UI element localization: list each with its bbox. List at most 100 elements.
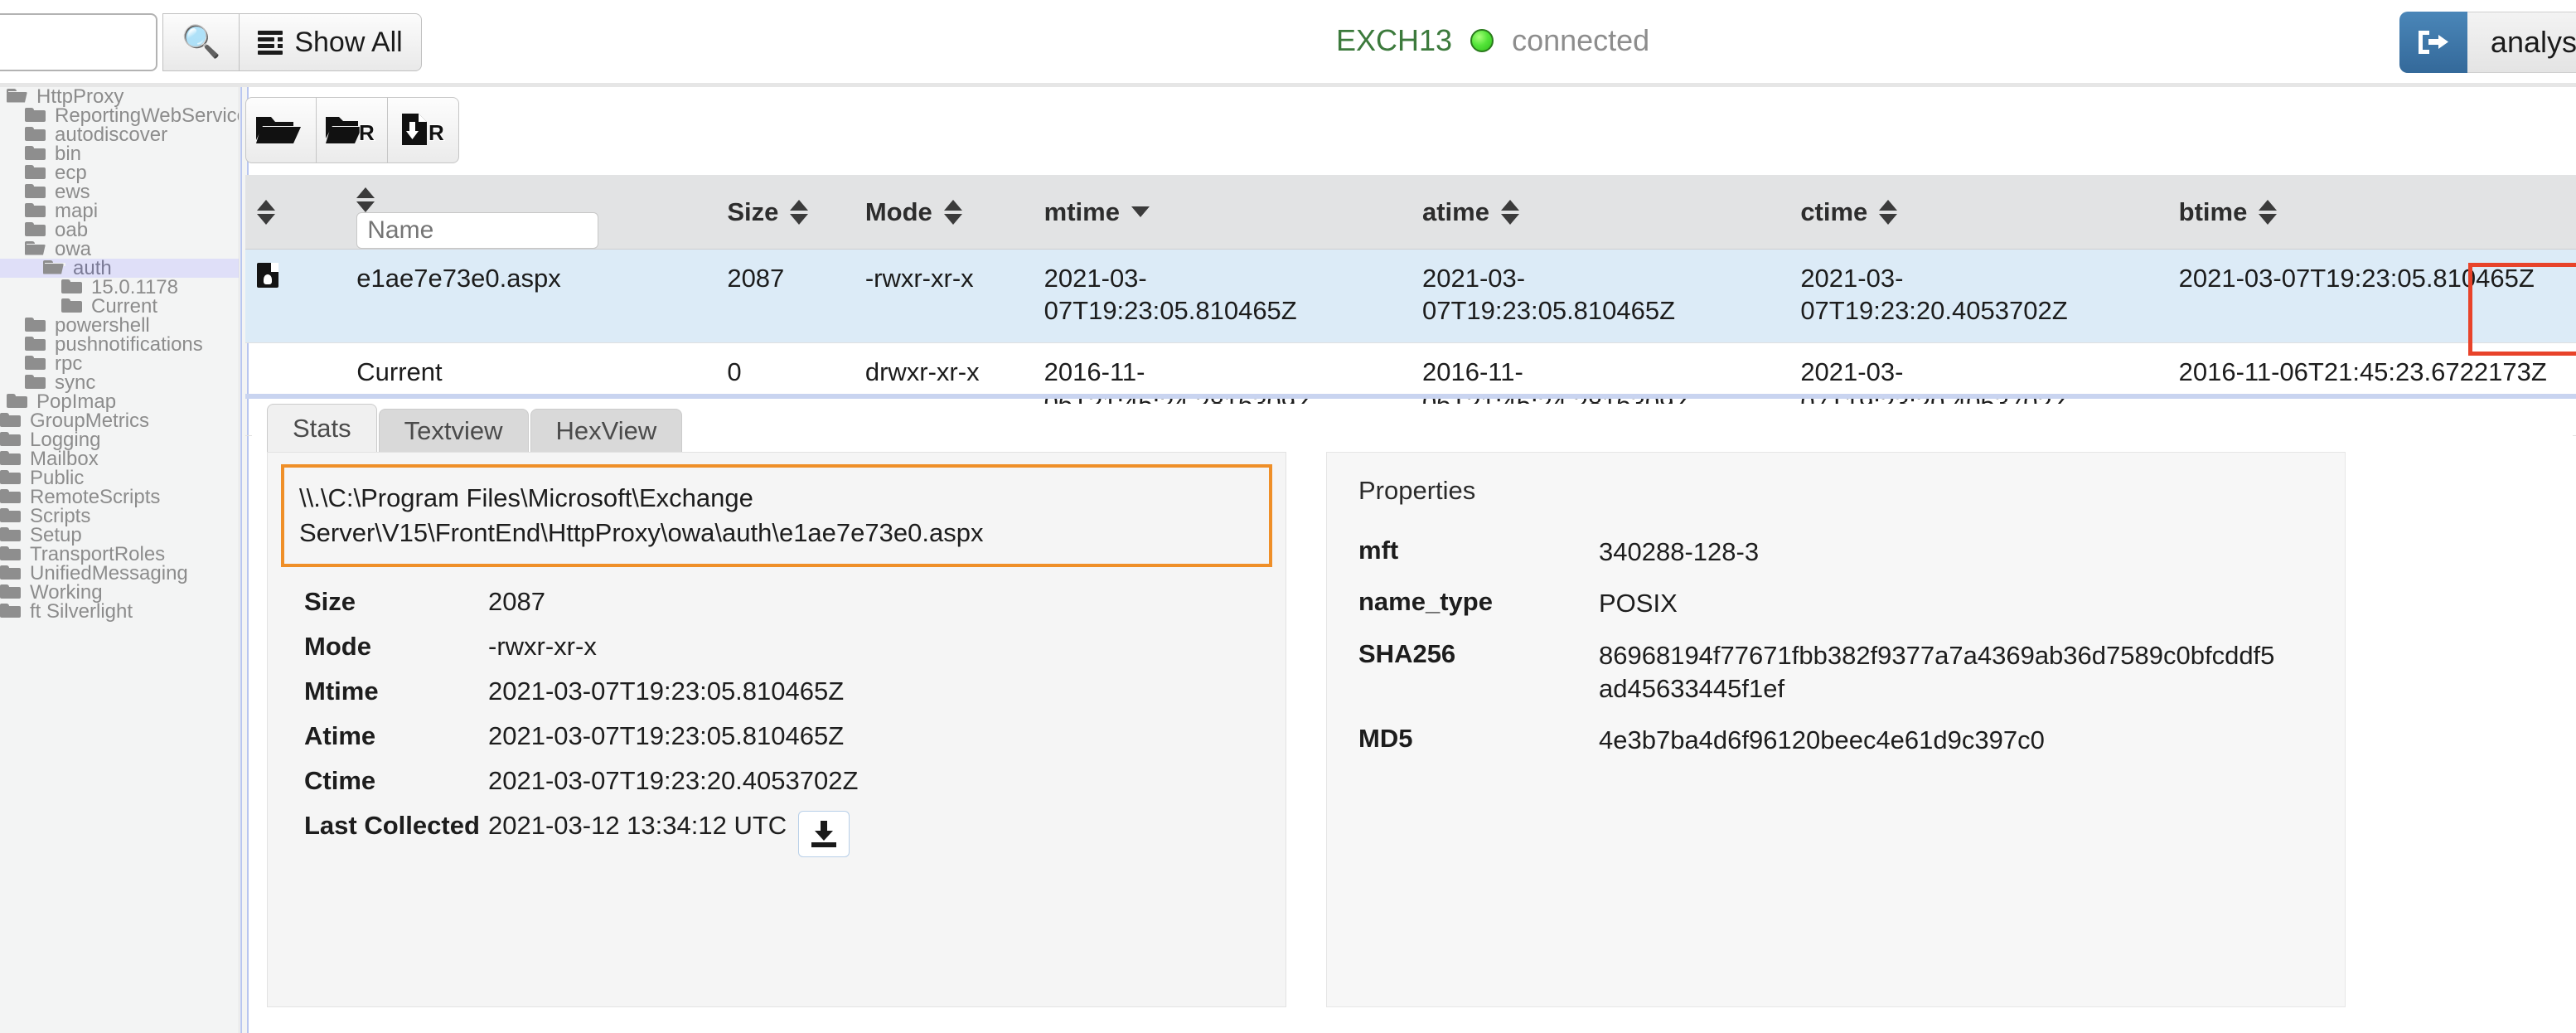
col-header-mtime[interactable]: mtime [1032,175,1411,250]
stat-row: Atime 2021-03-07T19:23:05.810465Z [304,721,1286,751]
app-header: 🔍 Show All EXCH13 connected analyst [0,0,2576,87]
stat-row: Mode -rwxr-xr-x [304,632,1286,662]
open-folder-recursive-button[interactable]: R [317,97,388,163]
stat-key: Last Collected [304,810,480,840]
sort-arrows-name[interactable] [356,187,375,212]
col-header-btime[interactable]: btime [2167,175,2576,250]
stat-value: 2021-03-12 13:34:12 UTC [488,810,787,840]
col-header-label: Mode [864,196,932,226]
stat-value: 2087 [488,586,545,616]
cell-ctime: 2021-03-07T19:23:20.4053702Z [1789,249,2167,343]
folder-open-recursive-icon: R [325,112,379,148]
stats-list: Size 2087 Mode -rwxr-xr-x Mtime 2021-03-07T19… [268,567,1286,857]
col-header-size[interactable]: Size [715,175,854,250]
download-recursive-icon: R [397,112,450,148]
sort-arrows-size[interactable] [790,199,809,225]
property-row: mft 340288-128-3 [1358,536,2345,569]
cell-size: 2087 [715,249,854,343]
username-label[interactable]: analyst [2467,12,2576,73]
stat-value: 2021-03-07T19:23:05.810465Z [488,676,845,706]
download-recursive-button[interactable]: R [388,97,459,163]
search-group: 🔍 Show All [0,13,422,71]
row-file-icon-cell [245,249,346,343]
col-header-atime[interactable]: atime [1410,175,1789,250]
stat-key: Mode [304,631,371,661]
property-value: 86968194f77671fbb382f9377a7a4369ab36d758… [1599,640,2275,703]
detail-panes: \\.\C:\Program Files\Microsoft\Exchange … [252,452,2573,1007]
stat-key: Atime [304,720,376,750]
cell-name: e1ae7e73e0.aspx [345,249,716,343]
properties-list: mft 340288-128-3 name_type POSIX SHA256 86968… [1327,506,2345,757]
connection-status-group: EXCH13 connected [1336,23,1649,58]
file-table-header-row: Size Mode mtime atime ctime btime [245,175,2576,250]
property-row: MD5 4e3b7ba4d6f96120beec4e61d9c397c0 [1358,724,2345,757]
folder-icon [61,295,82,318]
download-button[interactable] [798,810,850,857]
folder-icon [25,371,46,395]
svg-text:R: R [359,120,375,145]
col-header-ctime[interactable]: ctime [1789,175,2167,250]
show-all-button[interactable]: Show All [240,13,422,71]
cell-mode: -rwxr-xr-x [853,249,1033,343]
search-input[interactable] [0,13,157,71]
properties-title: Properties [1358,476,1476,505]
property-value: 340288-128-3 [1599,537,1760,566]
table-divider [245,394,2576,399]
property-row: name_type POSIX [1358,587,2345,620]
svg-text:R: R [429,120,444,145]
detail-panel: Stats Textview HexView \\.\C:\Program File… [252,404,2573,1033]
col-header-label: mtime [1043,196,1120,226]
tree-item-label: ft Silverlight [30,599,133,623]
sort-arrows-btime[interactable] [2259,199,2278,225]
sort-arrows-icon[interactable] [257,199,275,225]
col-header-label: Size [727,196,779,226]
stat-row: Size 2087 [304,587,1286,617]
open-folder-button[interactable] [245,97,317,163]
stat-row: Mtime 2021-03-07T19:23:05.810465Z [304,677,1286,706]
sort-arrows-ctime[interactable] [1879,199,1898,225]
col-header-name[interactable] [345,175,716,250]
folder-tree-sidebar[interactable]: HttpProxy ReportingWebService autodiscover… [0,87,240,1033]
stat-key: Size [304,586,356,616]
properties-pane: Properties mft 340288-128-3 name_type POSIX… [1326,452,2346,1007]
stat-value: 2021-03-07T19:23:20.4053702Z [488,765,859,795]
sort-arrows-atime[interactable] [1500,199,1519,225]
download-icon [811,820,837,847]
sort-arrows-mtime[interactable] [1131,206,1150,217]
stat-key: Ctime [304,765,376,795]
tree-item-owa[interactable]: owa [0,238,239,260]
logout-button[interactable] [2399,12,2467,73]
col-header-label: btime [2178,196,2248,226]
tree-item-ft-silverlight[interactable]: ft Silverlight [0,599,239,623]
col-header-label: atime [1421,196,1489,226]
property-key: MD5 [1358,724,1413,754]
stat-row: Last Collected 2021-03-12 13:34:12 UTC [304,810,1286,857]
search-button[interactable]: 🔍 [162,13,240,71]
tab-stats[interactable]: Stats [267,404,377,452]
table-row[interactable]: e1ae7e73e0.aspx 2087 -rwxr-xr-x 2021-03-07T… [245,249,2576,343]
detail-tabs: Stats Textview HexView [252,404,2573,452]
col-header-icon[interactable] [245,175,346,250]
tree-item-sync[interactable]: sync [0,371,239,395]
stat-key: Mtime [304,676,379,706]
name-filter-input[interactable] [356,212,599,249]
file-toolbar: R R [245,97,459,163]
file-path-annotated: \\.\C:\Program Files\Microsoft\Exchange … [281,464,1272,567]
property-key: SHA256 [1358,638,1456,668]
property-key: mft [1358,536,1399,565]
col-header-label: ctime [1800,196,1868,226]
property-key: name_type [1358,587,1493,617]
cell-atime: 2021-03-07T19:23:05.810465Z [1410,249,1789,343]
host-name: EXCH13 [1336,23,1453,57]
cell-mtime: 2021-03-07T19:23:05.810465Z [1032,249,1411,343]
property-row: SHA256 86968194f77671fbb382f9377a7a4369ab… [1358,639,2345,706]
sort-arrows-mode[interactable] [943,199,962,225]
tab-hexview[interactable]: HexView [530,409,683,452]
user-group: analyst [2399,12,2576,73]
stat-value: -rwxr-xr-x [488,631,597,661]
list-icon [258,31,283,55]
main-content: R R SizeModemtimeatimectimebtime e1ae [240,87,2576,1033]
col-header-mode[interactable]: Mode [853,175,1033,250]
tab-textview[interactable]: Textview [378,409,529,452]
folder-icon [0,600,21,623]
